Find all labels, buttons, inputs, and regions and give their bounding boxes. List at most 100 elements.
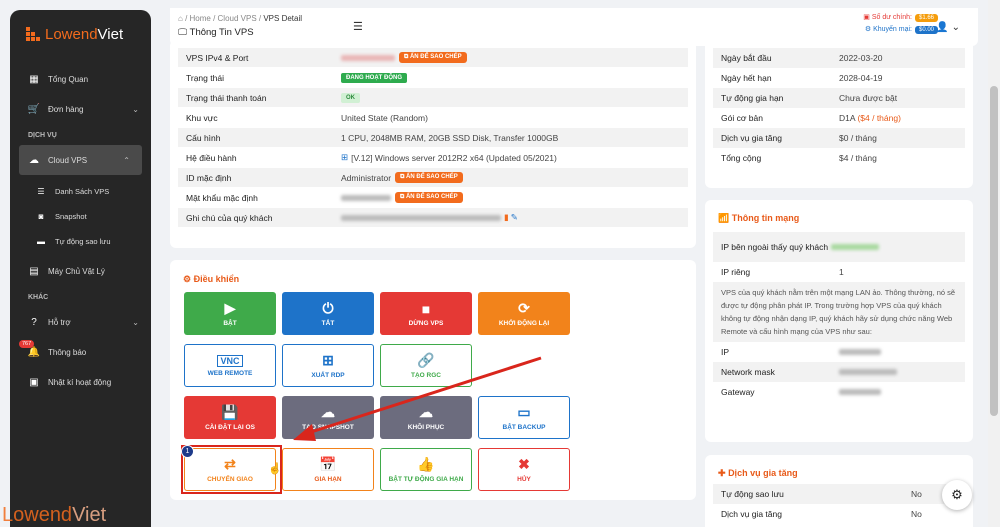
row-ipv4: VPS IPv4 & Port ⧉ ẤN ĐỂ SAO CHÉP xyxy=(178,48,688,68)
notification-count-badge: 767 xyxy=(19,340,35,348)
web-remote-button[interactable]: VNC WEB REMOTE xyxy=(184,344,276,387)
sidebar-item-physical[interactable]: ▤ Máy Chủ Vật Lý xyxy=(10,256,151,286)
row-payment-status: Trạng thái thanh toán OK xyxy=(178,88,688,108)
row-default-id: ID mặc định Administrator ⧉ ẤN ĐỂ SAO CHÉP xyxy=(178,168,688,188)
sidebar-item-overview[interactable]: ▦ Tổng Quan xyxy=(10,64,151,94)
row-addon-auto-backup: Tự động sao lưu No xyxy=(713,484,965,504)
nav-section-other: KHÁC xyxy=(28,294,49,301)
row-base-plan: Gói cơ bản D1A ($4 / tháng) xyxy=(721,113,901,123)
network-card: 📶 Thông tin mạng IP bên ngoài thấy quý k… xyxy=(705,200,973,442)
dashboard-icon: ▦ xyxy=(29,73,39,85)
sidebar-item-auto-backup[interactable]: ▬ Tự động sao lưu xyxy=(10,229,151,254)
status-badge: ĐANG HOẠT ĐỘNG xyxy=(341,72,407,83)
vnc-icon: VNC xyxy=(217,354,243,367)
nav-section-service: DỊCH VỤ xyxy=(28,132,57,139)
power-on-button[interactable]: ▶ BẬT xyxy=(184,292,276,335)
chevron-down-icon: ⌄ xyxy=(951,22,960,33)
step-number-badge: 1 xyxy=(181,445,194,458)
sidebar-item-activity-log[interactable]: ▣ Nhật kí hoạt động xyxy=(10,367,151,397)
sidebar-item-vps-list[interactable]: ☰ Danh Sách VPS xyxy=(10,179,151,204)
question-icon: ? xyxy=(31,316,37,328)
reinstall-os-button[interactable]: 💾 CÀI ĐẶT LẠI OS xyxy=(184,396,276,439)
logo-text: LowendViet xyxy=(45,25,124,43)
stop-vps-button[interactable]: ■ DỪNG VPS xyxy=(380,292,472,335)
hamburger-menu-icon[interactable]: ☰ xyxy=(353,20,363,33)
highlight-box xyxy=(181,445,282,494)
play-icon: ▶ xyxy=(224,300,236,316)
ip-value-redacted xyxy=(839,349,881,355)
breadcrumb-cloud-vps[interactable]: Cloud VPS xyxy=(218,14,257,23)
copy-password-button[interactable]: ⧉ ẤN ĐỂ SAO CHÉP xyxy=(395,192,463,203)
hdd-icon: ▭ xyxy=(517,404,531,420)
create-rgc-button[interactable]: 🔗 TẠO RGC xyxy=(380,344,472,387)
scrollbar[interactable] xyxy=(988,0,1000,527)
scrollbar-thumb[interactable] xyxy=(990,86,998,416)
sidebar-item-orders[interactable]: 🛒 Đơn hàng ⌄ xyxy=(10,94,151,124)
cloud-icon: ☁ xyxy=(29,154,39,166)
mask-redacted xyxy=(839,369,897,375)
cart-icon: 🛒 xyxy=(27,103,41,115)
cursor-hand-icon: ☝ xyxy=(268,463,282,475)
row-os: Hệ điều hành ⊞ [V.12] Windows server 2012R… xyxy=(178,148,688,168)
disk-icon: 💾 xyxy=(221,404,239,420)
sidebar-item-snapshot[interactable]: ◙ Snapshot xyxy=(10,204,151,229)
chevron-up-icon: ⌃ xyxy=(123,155,130,165)
copy-id-button[interactable]: ⧉ ẤN ĐỂ SAO CHÉP xyxy=(395,172,463,183)
user-icon: 👤 xyxy=(936,22,949,33)
edit-icon[interactable]: ✎ xyxy=(511,212,518,223)
row-public-ip: IP bên ngoài thấy quý khách xyxy=(713,232,965,262)
power-off-button[interactable]: ⏻ TẮT xyxy=(282,292,374,335)
row-private-ip: IP riêng 1 xyxy=(721,267,844,277)
sidebar-item-notifications[interactable]: 767 🔔 Thông báo xyxy=(10,337,151,367)
row-addon-cost: Dịch vụ gia tăng $0 / tháng xyxy=(713,128,965,148)
breadcrumb-home[interactable]: Home xyxy=(190,14,211,23)
gear-icon: ⚙ xyxy=(951,487,963,502)
export-rdp-button[interactable]: ⊞ XUẤT RDP xyxy=(282,344,374,387)
main-balance-value: $1.66 xyxy=(914,14,938,22)
row-start-date: Ngày bắt đầu 2022-03-20 xyxy=(713,48,965,68)
sidebar-item-support[interactable]: ? Hỗ trợ ⌄ xyxy=(10,307,151,337)
windows-icon: ⊞ xyxy=(322,352,334,368)
row-notes: Ghi chú của quý khách ▮ ✎ xyxy=(178,208,688,228)
enable-auto-renew-button[interactable]: 👍 BẬT TỰ ĐỘNG GIA HẠN xyxy=(380,448,472,491)
sidebar: LowendViet ▦ Tổng Quan 🛒 Đơn hàng ⌄ DỊCH VỤ… xyxy=(10,10,151,527)
restore-button[interactable]: ☁ KHÔI PHỤC xyxy=(380,396,472,439)
balance-area: ▣ Số dư chính: $1.66 ⚙ Khuyến mại: $0.00 xyxy=(863,13,938,37)
home-icon: ⌂ xyxy=(178,14,183,23)
user-menu[interactable]: 👤 ⌄ xyxy=(936,22,960,33)
row-addon-service: Dịch vụ gia tăng No xyxy=(721,509,922,519)
network-info-text: VPS của quý khách nằm trên một mạng LAN … xyxy=(713,282,965,342)
refresh-icon: ⟳ xyxy=(518,300,530,316)
gear-icon: ⚙ xyxy=(183,274,192,284)
sidebar-item-cloud-vps[interactable]: ☁ Cloud VPS ⌃ xyxy=(19,145,142,175)
row-default-password: Mật khẩu mặc định ⧉ ẤN ĐỂ SAO CHÉP xyxy=(178,188,688,208)
row-status: Trạng thái ĐANG HOẠT ĐỘNG xyxy=(178,68,688,88)
row-total: Tổng cộng $4 / tháng xyxy=(721,153,877,163)
controls-title: ⚙ Điều khiển xyxy=(183,274,240,284)
row-expiry-date: Ngày hết hạn 2028-04-19 xyxy=(721,73,883,83)
wifi-icon: 📶 xyxy=(718,213,730,223)
link-icon: 🔗 xyxy=(417,352,435,368)
renew-button[interactable]: 📅 GIA HẠN xyxy=(282,448,374,491)
row-ip: IP xyxy=(713,342,965,362)
copy-ip-button[interactable]: ⧉ ẤN ĐỂ SAO CHÉP xyxy=(399,52,467,63)
promo-balance: ⚙ Khuyến mại: $0.00 xyxy=(863,25,938,34)
create-snapshot-button[interactable]: ☁ TẠO SNAPSHOT xyxy=(282,396,374,439)
camera-icon: ◙ xyxy=(38,212,44,221)
logo[interactable]: LowendViet xyxy=(10,10,151,58)
settings-gear-button[interactable]: ⚙ xyxy=(942,480,972,510)
password-redacted xyxy=(341,194,391,201)
billing-card: Ngày bắt đầu 2022-03-20 Ngày hết hạn 2028-… xyxy=(705,40,973,188)
addons-title: ✚ Dịch vụ gia tăng xyxy=(718,468,798,478)
main-balance: ▣ Số dư chính: $1.66 xyxy=(863,13,938,22)
restart-button[interactable]: ⟳ KHỞI ĐỘNG LẠI xyxy=(478,292,570,335)
ip-redacted xyxy=(341,54,395,61)
list-icon: ☰ xyxy=(37,187,45,196)
cancel-button[interactable]: ✖ HỦY xyxy=(478,448,570,491)
network-title: 📶 Thông tin mạng xyxy=(718,213,800,223)
gift-icon: ⚙ xyxy=(864,26,872,33)
enable-backup-button[interactable]: ▭ BẬT BACKUP xyxy=(478,396,570,439)
row-region: Khu vực United State (Random) xyxy=(178,108,688,128)
copy-icon[interactable]: ▮ xyxy=(504,212,509,223)
close-icon: ✖ xyxy=(518,456,530,472)
